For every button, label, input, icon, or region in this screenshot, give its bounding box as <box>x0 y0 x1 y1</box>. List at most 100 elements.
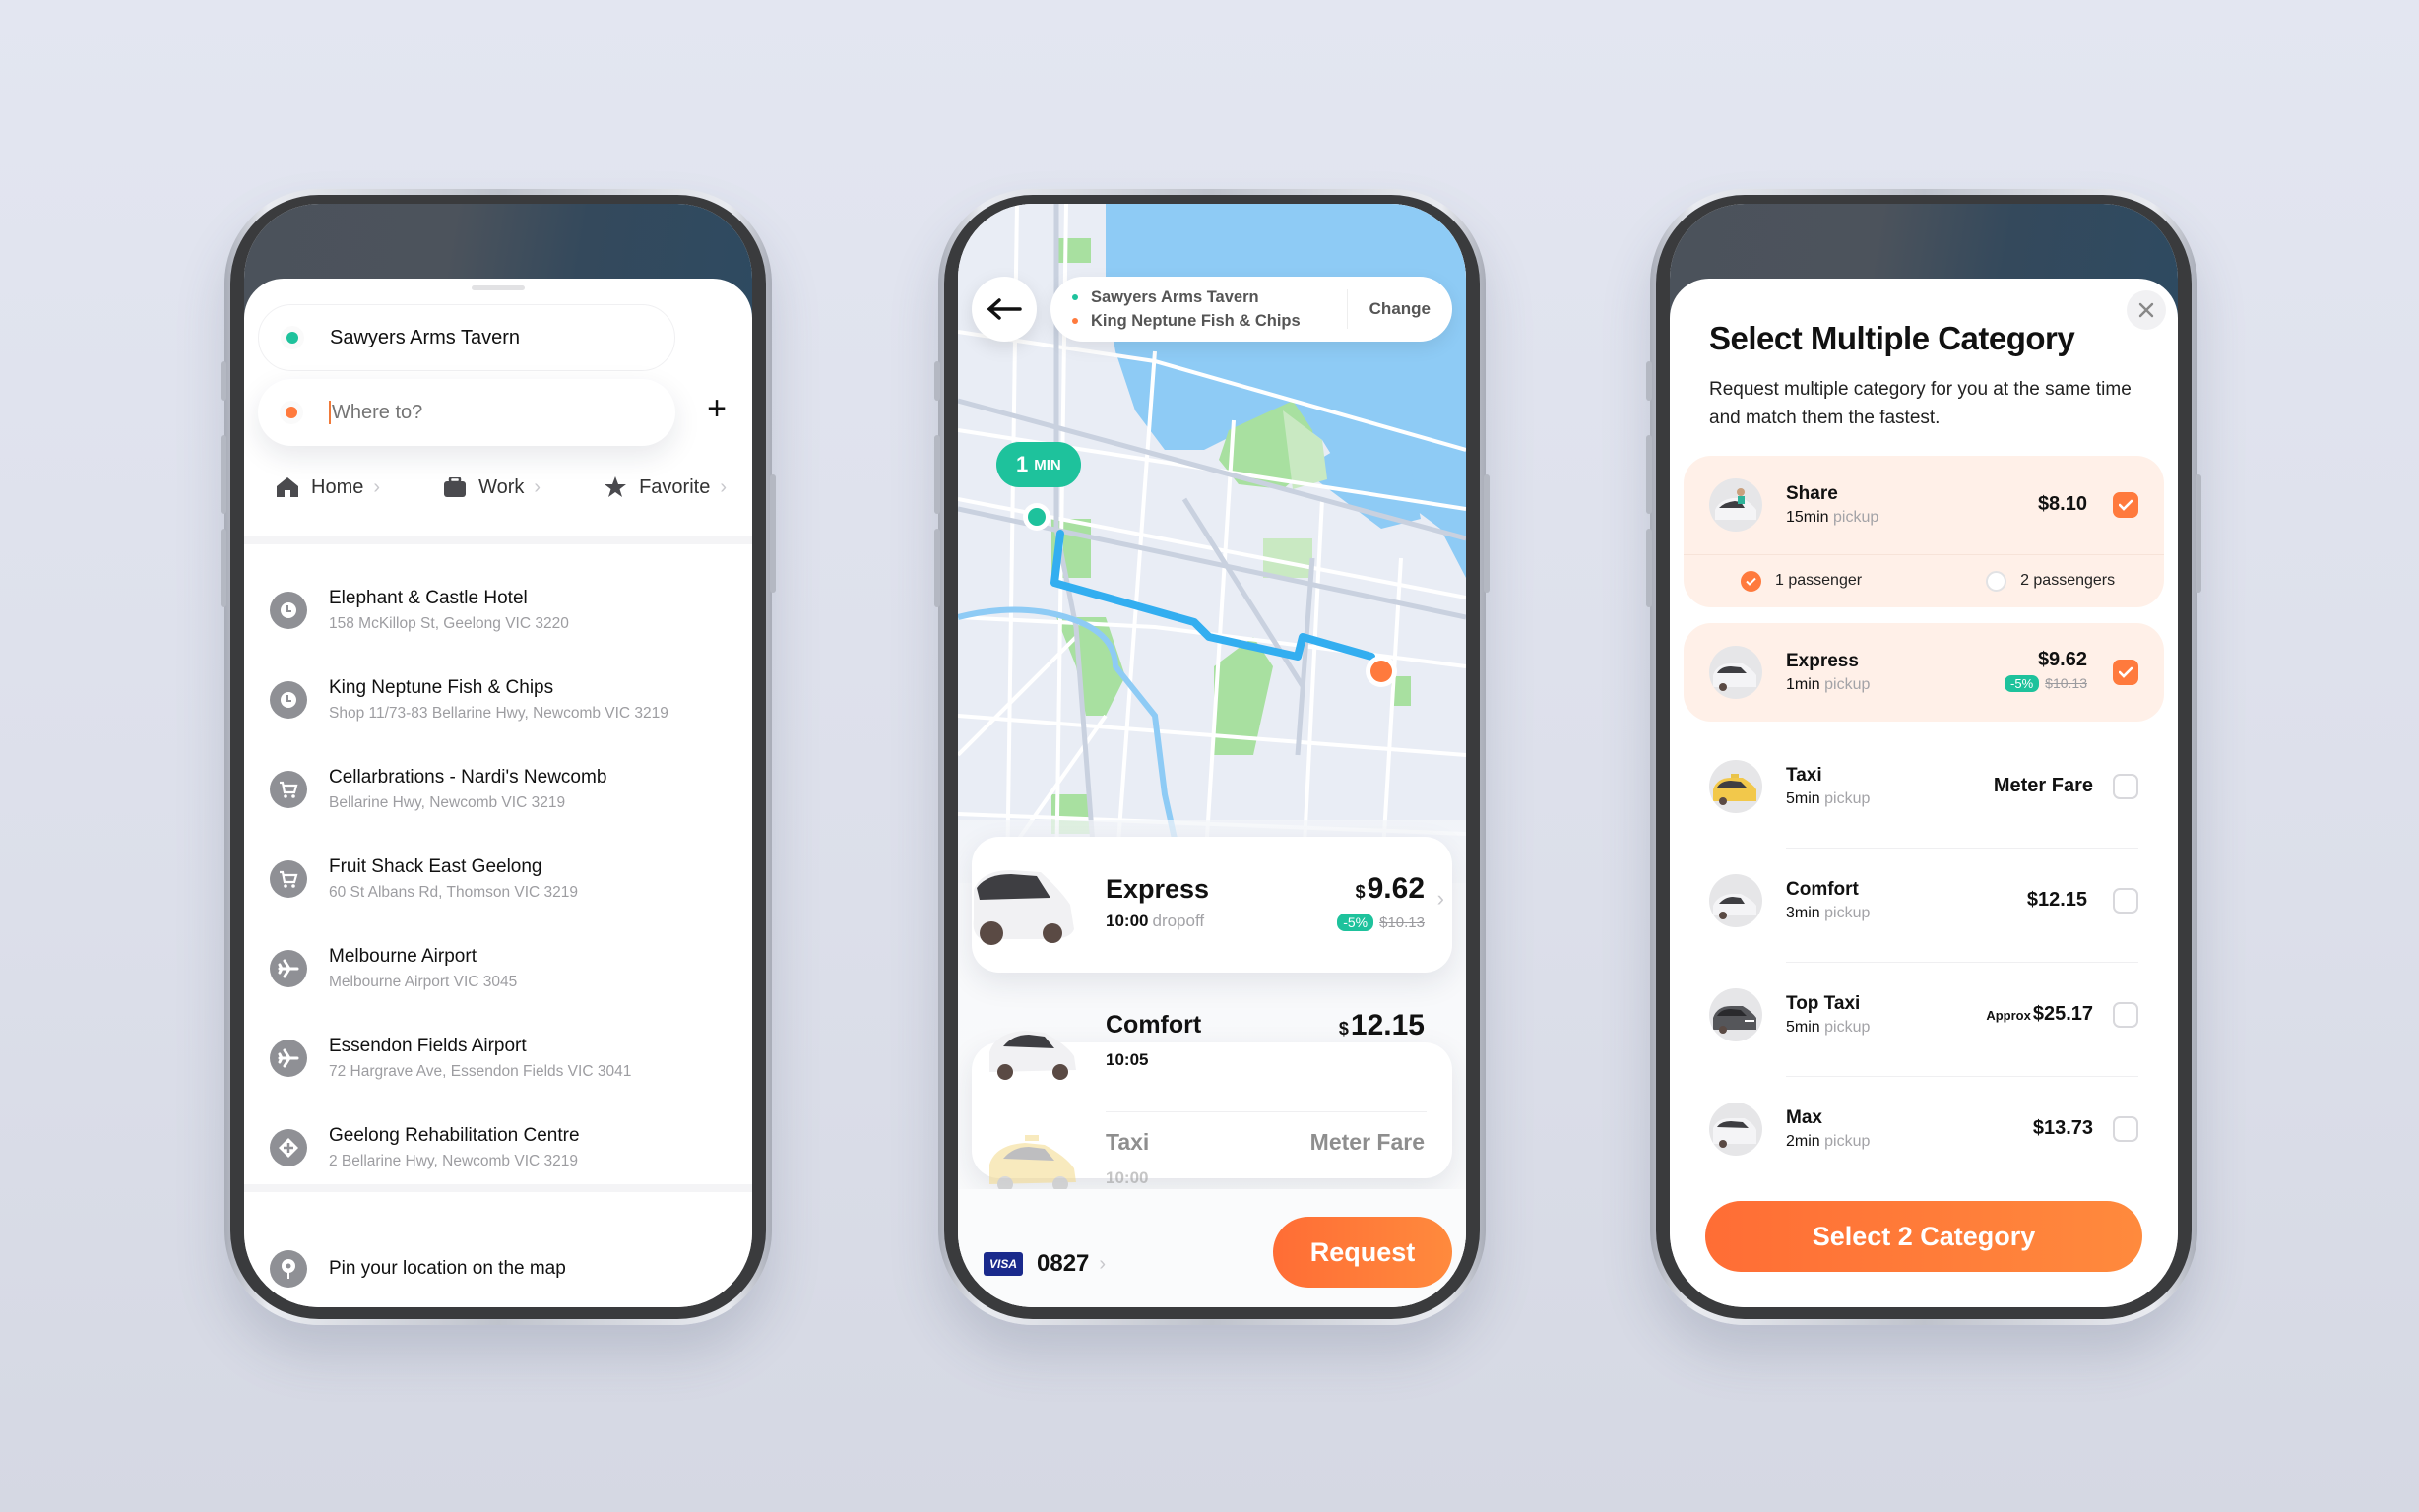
place-item[interactable]: King Neptune Fish & Chips Shop 11/73-83 B… <box>244 655 752 744</box>
category-price: Approx $25.17 <box>1986 1003 2093 1026</box>
category-sheet: Select Multiple Category Request multipl… <box>1670 279 2178 1307</box>
destination-dot-icon <box>286 407 297 418</box>
shortcut-label: Home <box>311 475 364 498</box>
passenger-option-2[interactable]: 2 passengers <box>1986 570 2115 592</box>
divider <box>1786 848 2138 849</box>
category-checkbox[interactable] <box>2113 492 2138 518</box>
route-map[interactable]: Sawyers Arms Tavern King Neptune Fish & … <box>958 204 1466 885</box>
top-taxi-car-image <box>1709 988 1762 1041</box>
discount-row: -5% $10.13 <box>2005 675 2087 692</box>
power-button <box>770 474 776 593</box>
route-from-text: Sawyers Arms Tavern <box>1091 288 1259 306</box>
recent-places-list: Elephant & Castle Hotel 158 McKillop St, … <box>244 565 752 1192</box>
place-item[interactable]: Cellarbrations - Nardi's Newcomb Bellarin… <box>244 744 752 834</box>
mute-switch <box>934 361 940 401</box>
payment-method-selector[interactable]: VISA 0827 › <box>984 1250 1106 1278</box>
original-price: $10.13 <box>1379 914 1425 931</box>
eta-suffix: pickup <box>1833 509 1879 526</box>
home-icon <box>277 477 298 497</box>
map-pin-icon <box>270 1250 307 1288</box>
route-summary: Sawyers Arms Tavern King Neptune Fish & … <box>1050 277 1452 342</box>
ride-price: Meter Fare <box>1309 1129 1425 1155</box>
eta-value: 15min <box>1786 509 1829 526</box>
request-button[interactable]: Request <box>1273 1217 1452 1288</box>
category-express[interactable]: Express 1min pickup $9.62 -5% $10.13 <box>1684 623 2164 722</box>
taxi-car-image <box>1709 760 1762 813</box>
volume-down-button <box>1646 529 1652 607</box>
original-price: $10.13 <box>2045 675 2087 691</box>
place-title: Essendon Fields Airport <box>329 1035 527 1056</box>
category-checkbox[interactable] <box>2113 1002 2138 1028</box>
category-top-taxi[interactable]: Top Taxi 5min pickup Approx $25.17 <box>1684 966 2164 1064</box>
category-checkbox[interactable] <box>2113 888 2138 914</box>
category-checkbox[interactable] <box>2113 660 2138 685</box>
ride-option-comfort[interactable]: Comfort 10:05 $12.15 <box>972 991 1452 1105</box>
text-caret <box>329 401 331 424</box>
visa-card-icon: VISA <box>984 1252 1023 1276</box>
ride-time: 10:00 dropoff <box>1106 912 1204 931</box>
chevron-right-icon: › <box>1099 1252 1107 1275</box>
price-value: 9.62 <box>1367 872 1425 905</box>
route-to: King Neptune Fish & Chips <box>1072 309 1347 333</box>
category-taxi[interactable]: Taxi 5min pickup Meter Fare <box>1684 737 2164 836</box>
clock-icon <box>270 591 307 629</box>
category-share[interactable]: Share 15min pickup $8.10 1 passenger 2 p… <box>1684 456 2164 607</box>
category-price: $8.10 <box>2037 493 2087 515</box>
sheet-title: Select Multiple Category <box>1709 320 2075 356</box>
shortcut-home[interactable]: Home › <box>276 475 380 499</box>
discount-row: -5% $10.13 <box>1337 914 1425 932</box>
ride-time: 10:00 <box>1106 1168 1149 1187</box>
category-name: Express <box>1786 651 1859 671</box>
chevron-right-icon: › <box>373 475 381 498</box>
shortcut-work[interactable]: Work › <box>443 475 541 499</box>
airplane-icon <box>270 1039 307 1077</box>
divider <box>1786 962 2138 963</box>
place-item[interactable]: Essendon Fields Airport 72 Hargrave Ave, … <box>244 1013 752 1102</box>
destination-field[interactable] <box>258 379 675 446</box>
card-last4: 0827 <box>1037 1250 1090 1277</box>
bottom-bar: VISA 0827 › Request <box>958 1189 1466 1307</box>
category-eta: 2min pickup <box>1786 1133 1870 1151</box>
destination-input[interactable] <box>332 401 627 424</box>
eta-unit: MIN <box>1034 456 1061 473</box>
ride-name: Express <box>1106 874 1210 904</box>
place-item[interactable]: Elephant & Castle Hotel 158 McKillop St, … <box>244 565 752 655</box>
back-button[interactable] <box>972 277 1037 342</box>
select-categories-button[interactable]: Select 2 Category <box>1705 1201 2142 1272</box>
place-address: Shop 11/73-83 Bellarine Hwy, Newcomb VIC… <box>329 704 668 722</box>
ride-option-express-card[interactable]: Express 10:00 dropoff $9.62 -5% $10.13 › <box>972 837 1452 973</box>
screen: Select Multiple Category Request multipl… <box>1670 204 2178 1307</box>
place-title: Geelong Rehabilitation Centre <box>329 1124 580 1146</box>
passenger-option-1[interactable]: 1 passenger <box>1741 570 1863 592</box>
power-button <box>2196 474 2201 593</box>
volume-up-button <box>1646 435 1652 514</box>
comfort-car-image <box>989 1031 1076 1080</box>
category-max[interactable]: Max 2min pickup $13.73 <box>1684 1080 2164 1178</box>
comfort-car-image <box>1709 874 1762 927</box>
category-name: Taxi <box>1786 765 1822 786</box>
eta-suffix: pickup <box>1824 790 1871 807</box>
change-route-button[interactable]: Change <box>1348 299 1452 319</box>
category-checkbox[interactable] <box>2113 1116 2138 1142</box>
place-item[interactable]: Melbourne Airport Melbourne Airport VIC 3… <box>244 923 752 1013</box>
close-button[interactable] <box>2127 290 2166 330</box>
place-item[interactable]: Fruit Shack East Geelong 60 St Albans Rd,… <box>244 834 752 923</box>
phone-ride-screen: Sawyers Arms Tavern King Neptune Fish & … <box>934 189 1490 1325</box>
place-item[interactable]: Geelong Rehabilitation Centre 2 Bellarine… <box>244 1102 752 1192</box>
category-comfort[interactable]: Comfort 3min pickup $12.15 <box>1684 851 2164 950</box>
add-stop-button[interactable]: + <box>707 392 727 425</box>
category-checkbox[interactable] <box>2113 774 2138 799</box>
shortcut-favorite[interactable]: Favorite › <box>604 475 727 499</box>
place-title: Melbourne Airport <box>329 945 477 967</box>
passenger-option-label: 1 passenger <box>1775 572 1863 589</box>
sheet-description: Request multiple category for you at the… <box>1709 379 2132 428</box>
power-button <box>1484 474 1490 593</box>
pickup-field[interactable]: Sawyers Arms Tavern <box>258 304 675 371</box>
ride-time: 10:05 <box>1106 1050 1149 1069</box>
eta-suffix: pickup <box>1824 1019 1871 1036</box>
star-icon <box>605 476 627 497</box>
mute-switch <box>221 361 226 401</box>
search-sheet: Sawyers Arms Tavern + Home › Work › <box>244 279 752 1307</box>
sheet-grabber[interactable] <box>472 285 525 290</box>
pin-location-button[interactable]: Pin your location on the map <box>244 1250 752 1288</box>
